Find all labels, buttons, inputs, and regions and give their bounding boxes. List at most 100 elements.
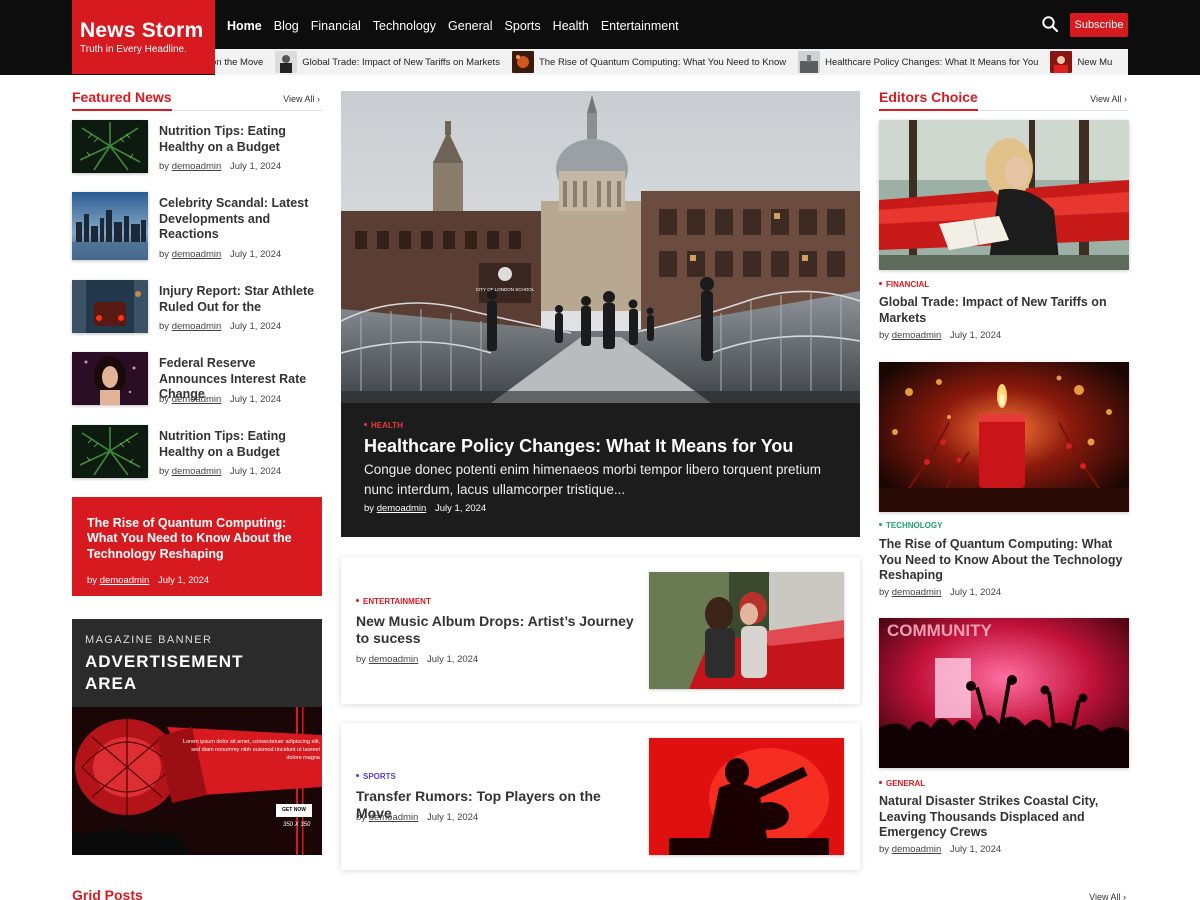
editors-choice-item[interactable]: TECHNOLOGY The Rise of Quantum Computing…: [879, 362, 1129, 602]
view-all-label: View All: [1089, 892, 1121, 900]
category-dot: [356, 599, 359, 603]
list-item[interactable]: Celebrity Scandal: Latest Developments a…: [72, 192, 322, 262]
ticker-thumbnail: [511, 51, 534, 73]
post-title[interactable]: The Rise of Quantum Computing: What You …: [879, 537, 1129, 584]
category-label: TECHNOLOGY: [886, 521, 943, 530]
author-link[interactable]: demoadmin: [100, 575, 150, 586]
post-date: July 1, 2024: [157, 574, 210, 586]
list-item[interactable]: Nutrition Tips: Eating Healthy on a Budg…: [72, 425, 322, 485]
ticker-thumbnail: [798, 51, 821, 73]
post-title[interactable]: Nutrition Tips: Eating Healthy on a Budg…: [159, 124, 322, 155]
list-item[interactable]: Injury Report: Star Athlete Ruled Out fo…: [72, 280, 322, 340]
author-link[interactable]: demoadmin: [369, 812, 419, 823]
by-label: by: [159, 161, 170, 172]
nav-home[interactable]: Home: [227, 18, 262, 34]
hero-excerpt: Congue donec potenti enim himenaeos morb…: [364, 462, 822, 497]
ticker-item[interactable]: Global Trade: Impact of New Tariffs on M…: [275, 51, 500, 73]
nav-sports[interactable]: Sports: [505, 18, 541, 34]
nav-entertainment[interactable]: Entertainment: [601, 18, 679, 34]
grid-posts-header: Grid Posts View All ›: [72, 887, 1128, 900]
hero-post[interactable]: CITY OF LONDON SCHOOL HEALTH Healthcare …: [341, 91, 860, 537]
ad-get-now-button[interactable]: GET NOW: [276, 804, 312, 817]
post-title[interactable]: Nutrition Tips: Eating Healthy on a Budg…: [159, 429, 322, 460]
news-ticker: on the Move Global Trade: Impact of New …: [215, 49, 1128, 75]
post-title[interactable]: New Music Album Drops: Artist’s Journey …: [356, 613, 636, 647]
view-all-label: View All: [1090, 94, 1122, 104]
author-link[interactable]: demoadmin: [172, 161, 222, 172]
post-thumbnail: [72, 120, 148, 173]
site-logo[interactable]: News Storm Truth in Every Headline.: [72, 0, 215, 74]
site-header: News Storm Truth in Every Headline. Home…: [0, 0, 1200, 75]
subscribe-button[interactable]: Subscribe: [1070, 13, 1128, 37]
author-link[interactable]: demoadmin: [892, 587, 942, 598]
post-meta: by demoadmin July 1, 2024: [159, 394, 281, 405]
advertisement-banner[interactable]: MAGAZINE BANNER ADVERTISEMENT AREA Lorem…: [72, 619, 322, 855]
post-meta: by demoadmin July 1, 2024: [159, 161, 281, 172]
editors-view-all-link[interactable]: View All ›: [1090, 94, 1127, 104]
post-date: July 1, 2024: [229, 466, 282, 477]
post-thumbnail: [879, 120, 1129, 270]
list-item[interactable]: Federal Reserve Announces Interest Rate …: [72, 352, 322, 412]
featured-promo-card[interactable]: The Rise of Quantum Computing: What You …: [72, 497, 322, 596]
search-icon[interactable]: [1041, 15, 1059, 33]
author-link[interactable]: demoadmin: [172, 466, 222, 477]
ad-headline-line: ADVERTISEMENT: [85, 652, 244, 671]
editors-choice-item[interactable]: COMMUNITY GENERAL Natural Disaster Strik…: [879, 618, 1129, 858]
hero-category-badge[interactable]: HEALTH: [364, 421, 403, 430]
post-card[interactable]: ENTERTAINMENT New Music Album Drops: Art…: [341, 557, 860, 704]
category-dot: [879, 523, 882, 527]
nav-financial[interactable]: Financial: [311, 18, 361, 34]
ticker-item[interactable]: on the Move: [215, 57, 263, 68]
post-card[interactable]: SPORTS Transfer Rumors: Top Players on t…: [341, 723, 860, 870]
list-item[interactable]: Nutrition Tips: Eating Healthy on a Budg…: [72, 120, 322, 180]
category-badge[interactable]: ENTERTAINMENT: [356, 597, 431, 606]
post-meta: by demoadmin July 1, 2024: [159, 321, 281, 332]
nav-general[interactable]: General: [448, 18, 492, 34]
post-meta: by demoadmin July 1, 2024: [879, 330, 1001, 341]
chevron-right-icon: ›: [317, 94, 320, 104]
ticker-item[interactable]: Healthcare Policy Changes: What It Means…: [798, 51, 1038, 73]
category-badge[interactable]: FINANCIAL: [879, 280, 929, 289]
main-nav: Home Blog Financial Technology General S…: [227, 18, 679, 34]
author-link[interactable]: demoadmin: [172, 249, 222, 260]
category-badge[interactable]: GENERAL: [879, 779, 925, 788]
author-link[interactable]: demoadmin: [172, 321, 222, 332]
ad-small-text: MAGAZINE BANNER: [85, 634, 213, 646]
author-link[interactable]: demoadmin: [892, 844, 942, 855]
post-date: July 1, 2024: [229, 161, 282, 172]
grid-view-all-link[interactable]: View All ›: [1089, 892, 1126, 900]
author-link[interactable]: demoadmin: [172, 394, 222, 405]
post-title[interactable]: Celebrity Scandal: Latest Developments a…: [159, 196, 322, 243]
post-title[interactable]: Injury Report: Star Athlete Ruled Out fo…: [159, 284, 322, 315]
hero-category-label: HEALTH: [371, 421, 403, 430]
post-thumbnail: [72, 425, 148, 478]
editors-choice-item[interactable]: FINANCIAL Global Trade: Impact of New Ta…: [879, 120, 1129, 345]
category-dot: [879, 781, 882, 785]
post-thumbnail: [72, 352, 148, 405]
post-date: July 1, 2024: [426, 654, 479, 665]
author-link[interactable]: demoadmin: [369, 654, 419, 665]
ticker-item[interactable]: The Rise of Quantum Computing: What You …: [511, 51, 786, 73]
nav-technology[interactable]: Technology: [373, 18, 436, 34]
author-link[interactable]: demoadmin: [377, 503, 427, 514]
post-date: July 1, 2024: [229, 394, 282, 405]
nav-health[interactable]: Health: [553, 18, 589, 34]
category-dot: [356, 774, 359, 778]
category-badge[interactable]: SPORTS: [356, 772, 396, 781]
post-date: July 1, 2024: [426, 812, 479, 823]
nav-blog[interactable]: Blog: [274, 18, 299, 34]
post-date: July 1, 2024: [949, 330, 1002, 341]
featured-news-title: Featured News: [72, 89, 172, 111]
promo-title[interactable]: The Rise of Quantum Computing: What You …: [87, 516, 307, 562]
post-thumbnail: [649, 572, 844, 689]
chevron-right-icon: ›: [1124, 94, 1127, 104]
author-link[interactable]: demoadmin: [892, 330, 942, 341]
category-badge[interactable]: TECHNOLOGY: [879, 521, 942, 530]
post-date: July 1, 2024: [434, 503, 487, 514]
post-title[interactable]: Global Trade: Impact of New Tariffs on M…: [879, 295, 1129, 326]
post-title[interactable]: Natural Disaster Strikes Coastal City, L…: [879, 794, 1129, 841]
featured-view-all-link[interactable]: View All ›: [283, 94, 320, 104]
post-thumbnail: [649, 738, 844, 855]
ticker-item[interactable]: New Mu: [1050, 51, 1112, 73]
hero-title[interactable]: Healthcare Policy Changes: What It Means…: [364, 436, 793, 457]
